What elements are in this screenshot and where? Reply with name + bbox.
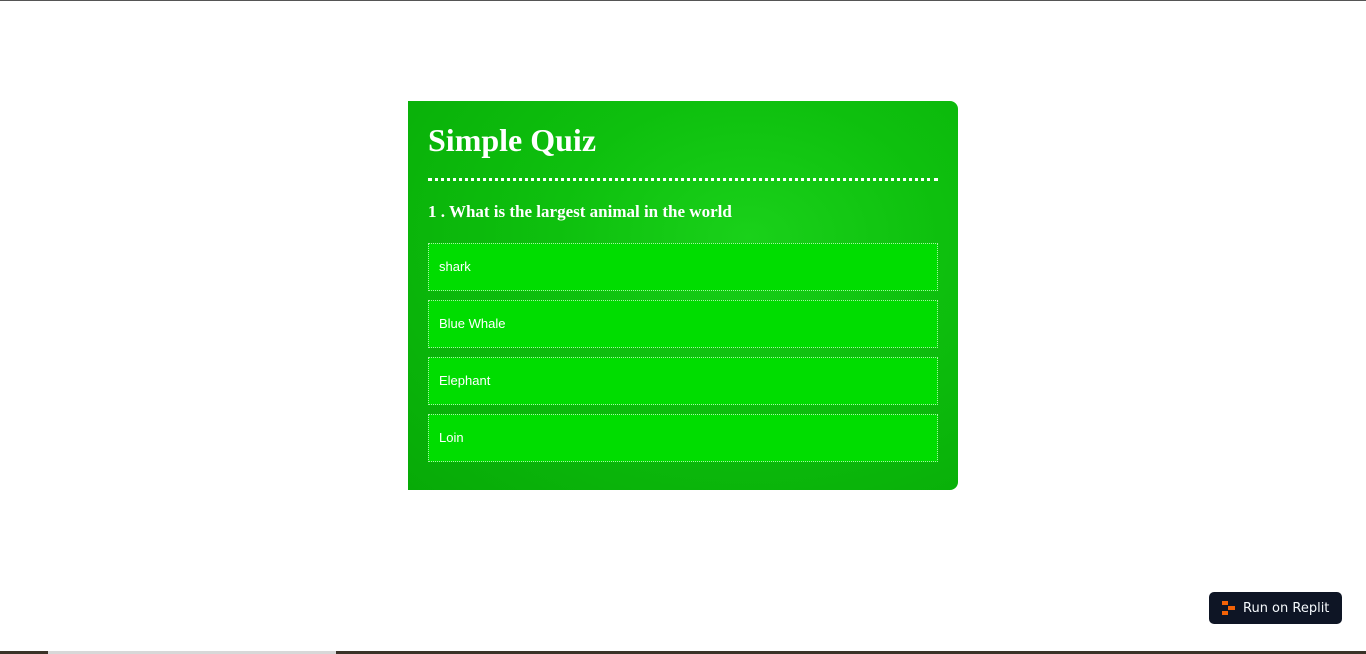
run-on-replit-label: Run on Replit: [1243, 600, 1330, 616]
answer-option-shark[interactable]: shark: [428, 243, 938, 291]
answer-option-elephant[interactable]: Elephant: [428, 357, 938, 405]
answer-option-blue-whale[interactable]: Blue Whale: [428, 300, 938, 348]
replit-icon: [1222, 601, 1235, 615]
title-divider: [428, 178, 938, 181]
quiz-card: Simple Quiz 1 . What is the largest anim…: [408, 101, 958, 490]
quiz-title: Simple Quiz: [428, 122, 597, 158]
run-on-replit-button[interactable]: Run on Replit: [1209, 592, 1342, 624]
answer-option-loin[interactable]: Loin: [428, 414, 938, 462]
answer-options: shark Blue Whale Elephant Loin: [428, 243, 938, 462]
question-text: 1 . What is the largest animal in the wo…: [428, 202, 732, 221]
window-top-border: [0, 0, 1366, 1]
